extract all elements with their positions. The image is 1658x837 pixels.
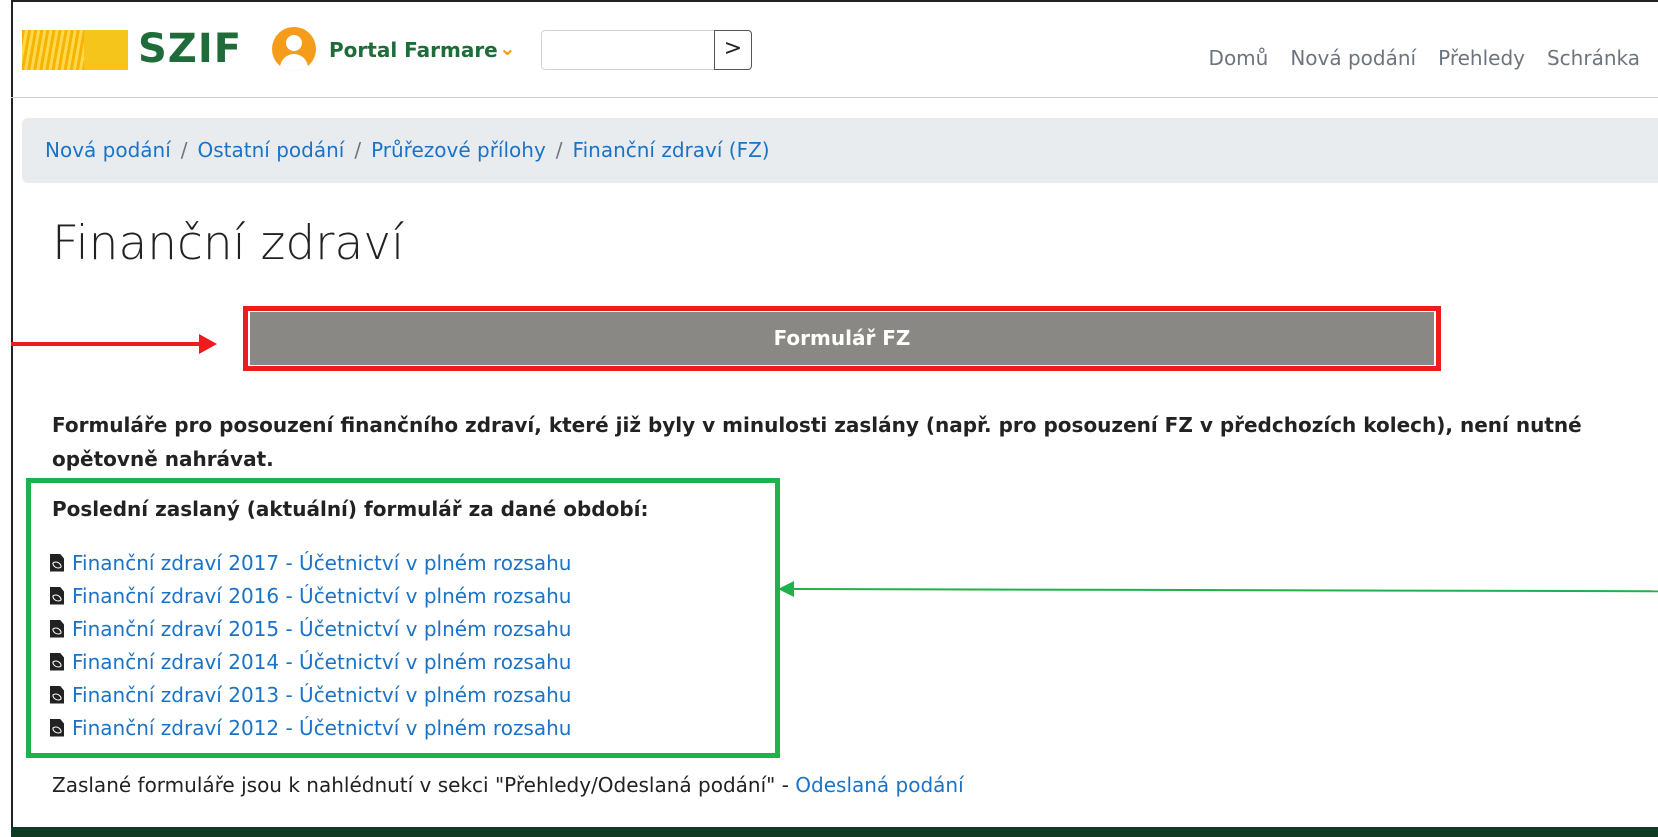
top-nav: Domů Nová podání Přehledy Schránka xyxy=(1209,46,1640,70)
list-item: Finanční zdraví 2012 - Účetnictví v plné… xyxy=(50,711,571,744)
chevron-down-icon[interactable]: ⌄ xyxy=(499,38,516,58)
odeslana-podani-link[interactable]: Odeslaná podání xyxy=(795,773,963,797)
breadcrumb-item-prurezove-prilohy[interactable]: Průřezové přílohy xyxy=(371,138,546,162)
red-arrowhead-icon xyxy=(199,334,217,354)
pdf-file-icon xyxy=(50,718,64,737)
footer-band xyxy=(11,827,1658,837)
breadcrumb-item-ostatni-podani[interactable]: Ostatní podání xyxy=(198,138,345,162)
page-title: Finanční zdraví xyxy=(52,216,405,271)
list-item: Finanční zdraví 2017 - Účetnictví v plné… xyxy=(50,546,571,579)
breadcrumb-item-financni-zdravi[interactable]: Finanční zdraví (FZ) xyxy=(573,138,770,162)
pdf-file-icon xyxy=(50,619,64,638)
file-link[interactable]: Finanční zdraví 2014 - Účetnictví v plné… xyxy=(72,649,571,675)
breadcrumb-separator: / xyxy=(180,138,188,162)
footer-note: Zaslané formuláře jsou k nahlédnutí v se… xyxy=(52,772,964,798)
portal-farmare-menu[interactable]: Portal Farmare xyxy=(329,38,498,62)
list-item: Finanční zdraví 2016 - Účetnictví v plné… xyxy=(50,579,571,612)
header-divider xyxy=(11,97,1658,98)
search-input[interactable] xyxy=(541,30,716,70)
formular-fz-button[interactable]: Formulář FZ xyxy=(250,312,1434,365)
nav-item-prehledy[interactable]: Přehledy xyxy=(1438,46,1525,70)
search-submit-button[interactable]: > xyxy=(714,30,752,70)
list-item: Finanční zdraví 2013 - Účetnictví v plné… xyxy=(50,678,571,711)
file-link[interactable]: Finanční zdraví 2013 - Účetnictví v plné… xyxy=(72,682,571,708)
szif-logo-text[interactable]: SZIF xyxy=(138,24,242,74)
footer-note-text: Zaslané formuláře jsou k nahlédnutí v se… xyxy=(52,773,796,797)
breadcrumb-separator: / xyxy=(555,138,563,162)
file-link[interactable]: Finanční zdraví 2012 - Účetnictví v plné… xyxy=(72,715,571,741)
file-link[interactable]: Finanční zdraví 2016 - Účetnictví v plné… xyxy=(72,583,571,609)
pdf-file-icon xyxy=(50,553,64,572)
file-link[interactable]: Finanční zdraví 2015 - Účetnictví v plné… xyxy=(72,616,571,642)
nav-item-schranka[interactable]: Schránka xyxy=(1547,46,1640,70)
pdf-file-icon xyxy=(50,586,64,605)
file-list: Finanční zdraví 2017 - Účetnictví v plné… xyxy=(50,546,571,744)
file-link[interactable]: Finanční zdraví 2017 - Účetnictví v plné… xyxy=(72,550,571,576)
info-text: Formuláře pro posouzení finančního zdrav… xyxy=(52,413,1582,471)
pdf-file-icon xyxy=(50,685,64,704)
user-circle-icon[interactable] xyxy=(272,27,316,71)
list-item: Finanční zdraví 2015 - Účetnictví v plné… xyxy=(50,612,571,645)
last-forms-label: Poslední zaslaný (aktuální) formulář za … xyxy=(52,497,649,521)
nav-item-domu[interactable]: Domů xyxy=(1209,46,1269,70)
breadcrumb: Nová podání / Ostatní podání / Průřezové pří… xyxy=(22,118,1658,183)
breadcrumb-separator: / xyxy=(354,138,362,162)
szif-logo-graphic[interactable] xyxy=(22,30,128,70)
red-arrow-icon xyxy=(11,342,201,346)
green-arrowhead-icon xyxy=(778,581,794,597)
breadcrumb-item-nova-podani[interactable]: Nová podání xyxy=(45,138,171,162)
pdf-file-icon xyxy=(50,652,64,671)
nav-item-nova-podani[interactable]: Nová podání xyxy=(1290,46,1416,70)
list-item: Finanční zdraví 2014 - Účetnictví v plné… xyxy=(50,645,571,678)
